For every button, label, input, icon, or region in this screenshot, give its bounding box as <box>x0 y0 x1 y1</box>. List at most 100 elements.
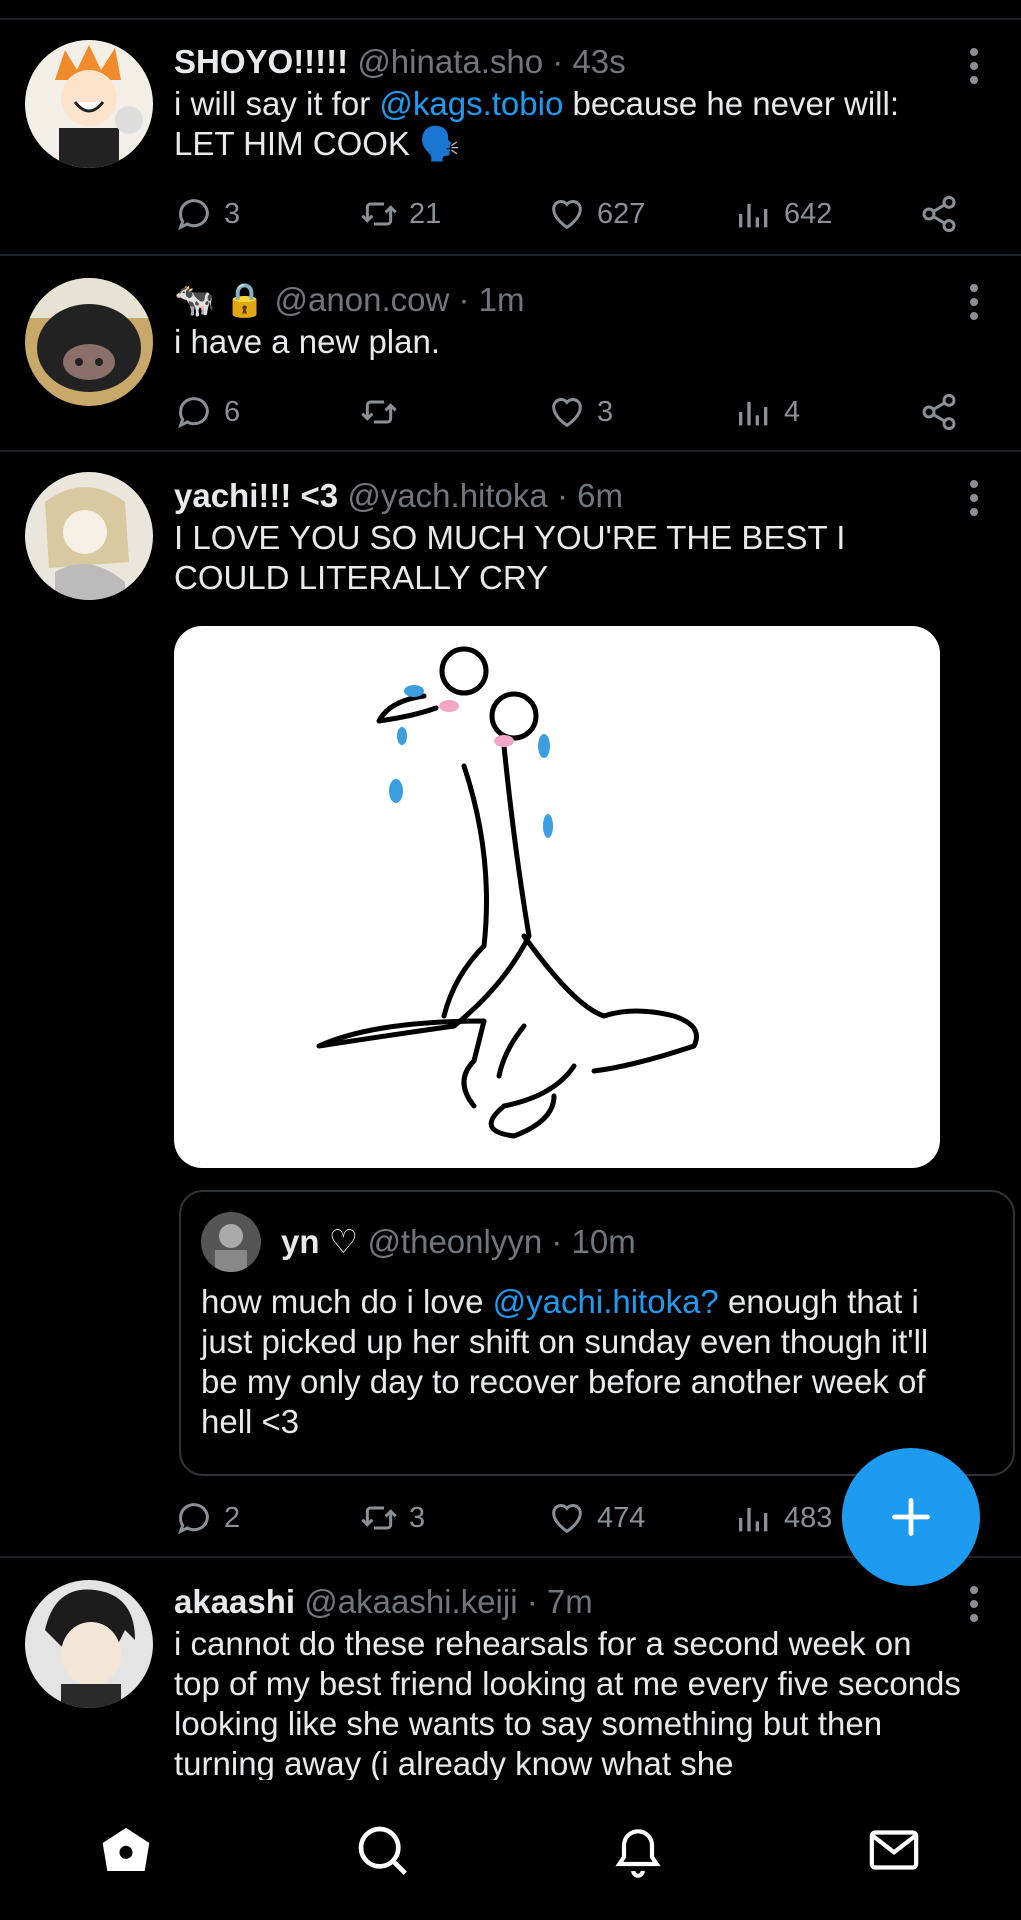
views-icon <box>739 402 768 426</box>
timestamp[interactable]: 1m <box>479 281 525 318</box>
display-name[interactable]: akaashi <box>174 1583 295 1620</box>
quoted-post[interactable]: yn ♡ @theonlyyn · 10m how much do i love… <box>179 1190 1015 1476</box>
post-text: i will say it for @kags.tobio because he… <box>174 84 961 164</box>
views-count: 4 <box>784 395 801 428</box>
post-actions: 3 21 627 642 <box>174 192 974 236</box>
timestamp[interactable]: 10m <box>572 1223 636 1260</box>
separator: · <box>556 477 568 514</box>
post-text-part: i will say it for <box>174 85 380 122</box>
views-icon <box>739 204 768 228</box>
share-button[interactable] <box>919 390 969 434</box>
views-count: 642 <box>784 197 833 230</box>
views-button[interactable]: 483 <box>734 1496 832 1540</box>
nav-messages[interactable] <box>866 1822 922 1878</box>
reply-count: 2 <box>224 1501 241 1534</box>
post-text: i cannot do these rehearsals for a secon… <box>174 1625 961 1780</box>
like-icon <box>552 200 582 230</box>
handle[interactable]: @yach.hitoka <box>347 477 547 514</box>
avatar[interactable] <box>25 1580 153 1708</box>
quote-text: how much do i love @yachi.hitoka? enough… <box>201 1282 973 1442</box>
handle[interactable]: @theonlyyn <box>367 1223 542 1260</box>
reply-button[interactable]: 2 <box>174 1496 240 1540</box>
timestamp[interactable]: 6m <box>577 477 623 514</box>
views-button[interactable]: 4 <box>734 390 800 434</box>
like-button[interactable]: 3 <box>547 390 613 434</box>
post-header: yachi!!! <3 @yach.hitoka · 6m <box>174 476 961 516</box>
reply-button[interactable]: 6 <box>174 390 240 434</box>
home-icon <box>102 1827 150 1871</box>
more-icon[interactable] <box>967 480 981 516</box>
like-count: 3 <box>597 395 614 428</box>
avatar[interactable] <box>25 40 153 168</box>
reply-count: 3 <box>224 197 241 230</box>
separator: · <box>551 1223 563 1260</box>
mention-link[interactable]: @kags.tobio <box>379 85 563 122</box>
views-button[interactable]: 642 <box>734 192 832 236</box>
like-button[interactable]: 474 <box>547 1496 645 1540</box>
reply-button[interactable]: 3 <box>174 192 240 236</box>
more-icon[interactable] <box>967 284 981 320</box>
display-name[interactable]: 🐄 🔒 <box>174 281 265 318</box>
handle[interactable]: @akaashi.keiji <box>304 1583 517 1620</box>
post[interactable]: 🐄 🔒 @anon.cow · 1m i have a new plan. 6 … <box>0 256 1021 452</box>
display-name[interactable]: SHOYO!!!!! <box>174 43 348 80</box>
views-icon <box>739 1508 768 1532</box>
mention-link[interactable]: @yachi.hitoka? <box>493 1283 719 1320</box>
bell-icon <box>615 1829 661 1878</box>
avatar[interactable] <box>25 278 153 406</box>
more-icon[interactable] <box>967 1586 981 1622</box>
repost-icon <box>361 400 397 424</box>
nav-home[interactable] <box>98 1822 154 1878</box>
repost-icon <box>361 202 397 226</box>
avatar[interactable] <box>201 1212 261 1272</box>
repost-button[interactable]: 21 <box>359 192 441 236</box>
post[interactable]: akaashi @akaashi.keiji · 7m i cannot do … <box>0 1558 1021 1780</box>
post-header: 🐄 🔒 @anon.cow · 1m <box>174 280 961 320</box>
like-count: 627 <box>597 197 646 230</box>
share-icon <box>922 195 956 233</box>
like-count: 474 <box>597 1501 646 1534</box>
handle[interactable]: @anon.cow <box>275 281 450 318</box>
mail-icon <box>869 1830 919 1870</box>
repost-button[interactable] <box>359 390 409 434</box>
handle[interactable]: @hinata.sho <box>357 43 543 80</box>
timestamp[interactable]: 7m <box>547 1583 593 1620</box>
display-name[interactable]: yachi!!! <3 <box>174 477 338 514</box>
like-icon <box>552 1504 582 1534</box>
post-image[interactable] <box>174 626 940 1168</box>
reply-icon <box>178 397 209 429</box>
like-button[interactable]: 627 <box>547 192 645 236</box>
share-button[interactable] <box>919 192 969 236</box>
post-header: akaashi @akaashi.keiji · 7m <box>174 1582 961 1622</box>
separator: · <box>458 281 470 318</box>
search-icon <box>358 1826 407 1875</box>
quote-text-part: how much do i love <box>201 1283 493 1320</box>
reply-icon <box>178 1503 209 1535</box>
like-icon <box>552 398 582 428</box>
share-icon <box>922 393 956 431</box>
post-header: SHOYO!!!!! @hinata.sho · 43s <box>174 42 961 82</box>
separator: · <box>526 1583 538 1620</box>
compose-icon <box>892 1498 930 1536</box>
repost-icon <box>361 1506 397 1530</box>
nav-notifications[interactable] <box>610 1822 666 1878</box>
post-text: I LOVE YOU SO MUCH YOU'RE THE BEST I COU… <box>174 519 846 596</box>
repost-count: 21 <box>409 197 442 230</box>
display-name[interactable]: yn ♡ <box>281 1223 358 1260</box>
post-actions: 6 3 4 <box>174 390 974 434</box>
separator: · <box>552 43 564 80</box>
views-count: 483 <box>784 1501 833 1534</box>
post[interactable]: SHOYO!!!!! @hinata.sho · 43s i will say … <box>0 20 1021 256</box>
reply-icon <box>178 199 209 231</box>
post-text: i have a new plan. <box>174 323 441 360</box>
more-icon[interactable] <box>967 48 981 84</box>
compose-button[interactable] <box>842 1448 980 1586</box>
repost-count: 3 <box>409 1501 426 1534</box>
reply-count: 6 <box>224 395 241 428</box>
bottom-navigation <box>0 1780 1021 1920</box>
quote-header: yn ♡ @theonlyyn · 10m <box>281 1222 636 1262</box>
avatar[interactable] <box>25 472 153 600</box>
timestamp[interactable]: 43s <box>572 43 625 80</box>
repost-button[interactable]: 3 <box>359 1496 425 1540</box>
nav-search[interactable] <box>354 1822 410 1878</box>
